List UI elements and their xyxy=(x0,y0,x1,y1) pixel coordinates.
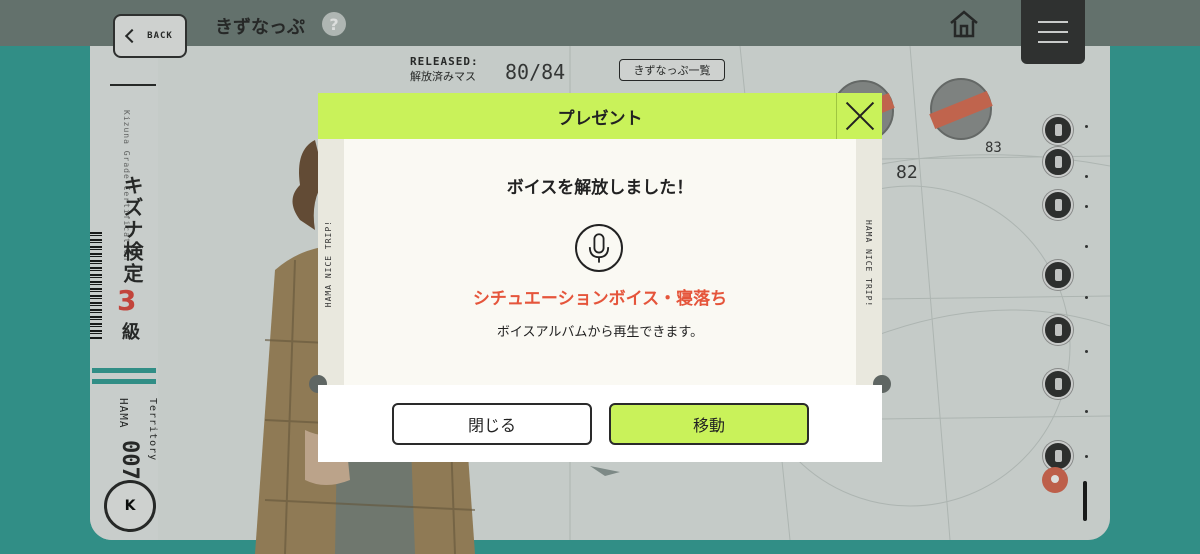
dialog-title: プレゼント xyxy=(557,108,643,129)
voice-note: ボイスアルバムから再生できます。 xyxy=(496,325,704,340)
microphone-icon xyxy=(575,224,623,272)
move-button[interactable]: 移動 xyxy=(609,403,809,445)
voice-title: シチュエーションボイス・寝落ち xyxy=(472,289,728,309)
close-icon[interactable] xyxy=(836,93,882,139)
present-dialog: プレゼント HAMA NICE TRIP! HAMA NICE TRIP! ボイ… xyxy=(309,93,891,462)
close-button[interactable]: 閉じる xyxy=(392,403,592,445)
dialog-header: プレゼント xyxy=(318,93,882,139)
unlock-message: ボイスを解放しました！ xyxy=(506,178,694,198)
